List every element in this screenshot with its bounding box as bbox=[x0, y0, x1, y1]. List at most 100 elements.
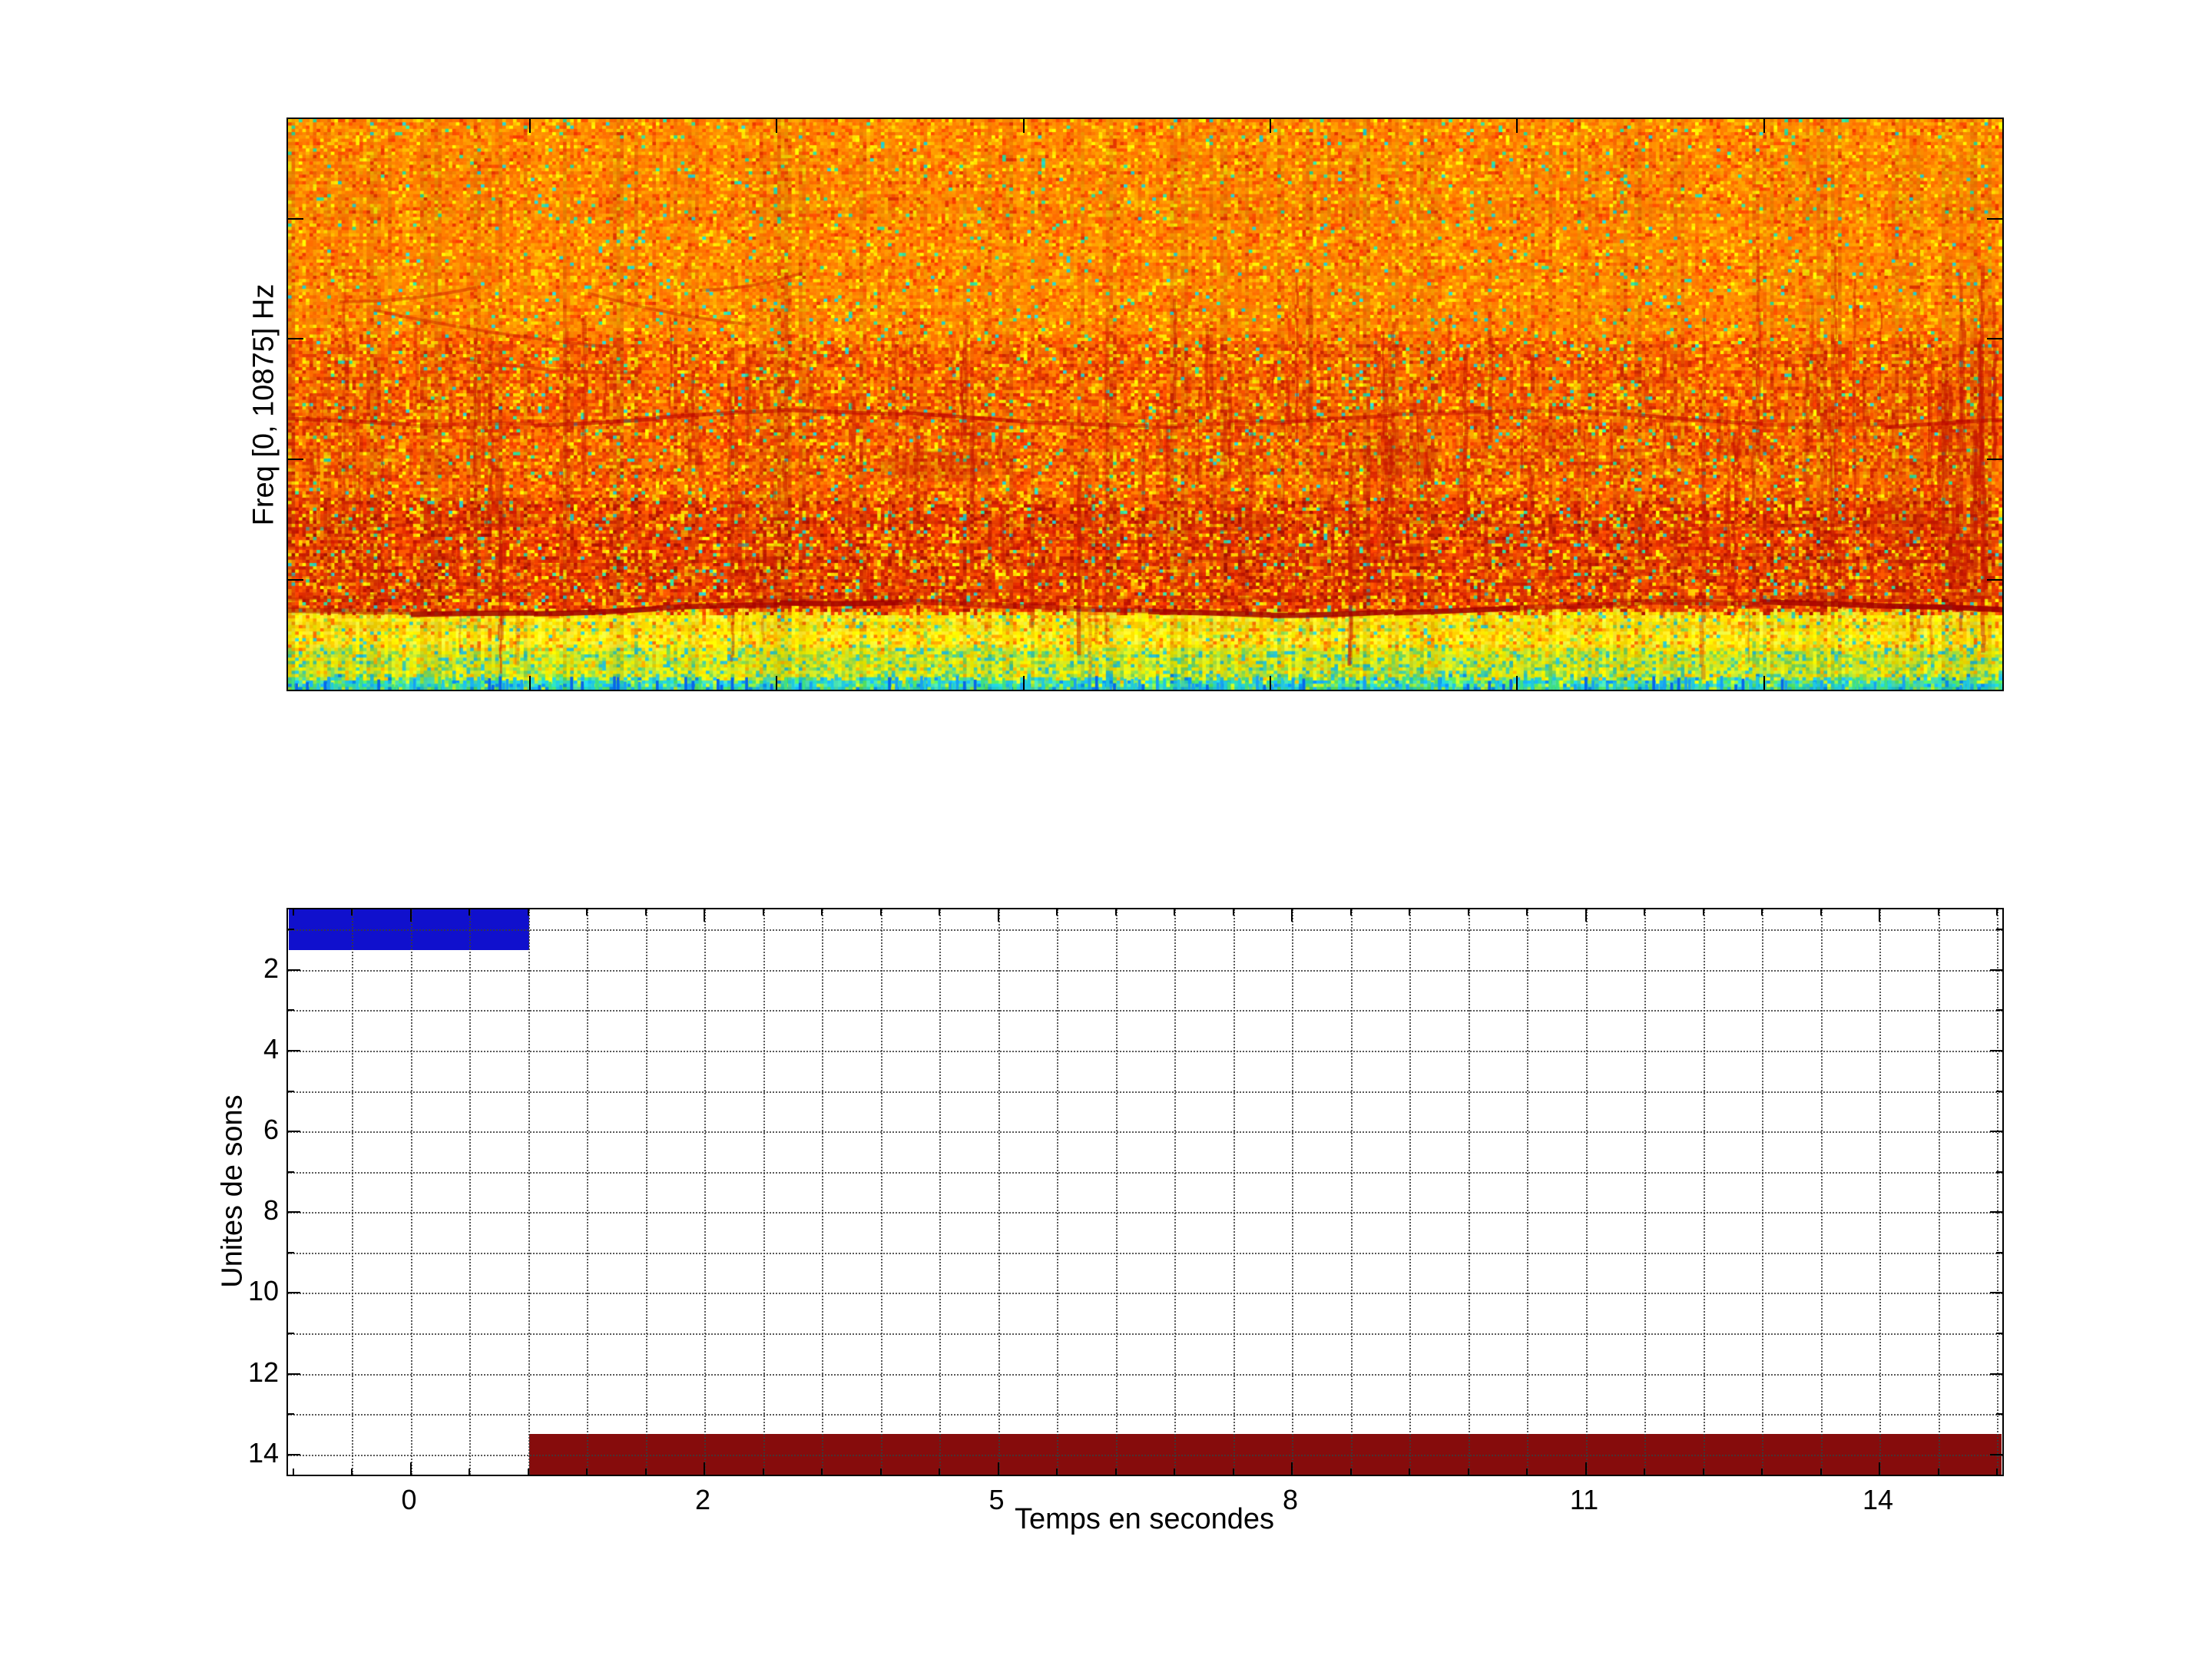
y-tick-mark bbox=[1990, 1211, 2002, 1214]
x-tick-mark bbox=[1879, 1462, 1880, 1475]
x-tick-label: 2 bbox=[694, 1484, 711, 1515]
spec-x-tick-mark bbox=[1269, 119, 1271, 133]
grid-line-vertical bbox=[1527, 909, 1528, 1475]
y-tick-mark bbox=[288, 1090, 294, 1092]
y-tick-mark bbox=[1990, 969, 2002, 971]
x-tick-mark bbox=[1526, 909, 1528, 916]
x-tick-mark bbox=[351, 1469, 353, 1475]
spec-x-tick-mark bbox=[776, 119, 778, 133]
grid-line-horizontal bbox=[288, 1414, 2002, 1416]
grid-line-vertical bbox=[1703, 909, 1705, 1475]
y-tick-mark bbox=[1996, 1251, 2002, 1253]
y-tick-mark bbox=[288, 1413, 294, 1416]
grid-line-vertical bbox=[1997, 909, 1998, 1475]
x-tick-mark bbox=[586, 1469, 588, 1475]
x-tick-mark bbox=[762, 1469, 764, 1475]
x-tick-mark bbox=[879, 1469, 882, 1475]
grid-line-vertical bbox=[410, 909, 412, 1475]
y-tick-mark bbox=[288, 1333, 294, 1334]
grid-line-vertical bbox=[1820, 909, 1823, 1475]
spec-y-tick-mark bbox=[288, 578, 303, 581]
grid-line-vertical bbox=[1585, 909, 1588, 1475]
x-tick-mark bbox=[292, 1469, 294, 1475]
x-tick-mark bbox=[939, 1469, 940, 1475]
x-tick-label: 11 bbox=[1569, 1484, 1599, 1515]
figure: Freq [0, 10875] Hz 0 2 5 8 11 14 2 4 6 8 10 12 14 Un… bbox=[0, 0, 2212, 1659]
x-tick-mark bbox=[1761, 1469, 1763, 1475]
x-tick-mark bbox=[1879, 909, 1880, 922]
x-tick-mark bbox=[1467, 909, 1469, 916]
spec-x-tick-mark bbox=[1269, 676, 1271, 690]
x-tick-mark bbox=[821, 1469, 823, 1475]
spec-y-tick-mark bbox=[1987, 338, 2002, 340]
spec-y-tick-mark bbox=[1987, 458, 2002, 460]
x-tick-mark bbox=[469, 909, 470, 916]
spec-y-tick-mark bbox=[288, 458, 303, 460]
y-tick-label: 12 bbox=[247, 1356, 279, 1388]
x-tick-label: 8 bbox=[1282, 1484, 1299, 1515]
y-tick-mark bbox=[288, 969, 300, 971]
y-tick-mark bbox=[288, 1373, 300, 1375]
y-tick-mark bbox=[1990, 1453, 2002, 1455]
x-tick-mark bbox=[1820, 1469, 1822, 1475]
spec-x-tick-mark bbox=[1763, 119, 1765, 133]
x-tick-mark bbox=[469, 1469, 470, 1475]
grid-line-vertical bbox=[1174, 909, 1176, 1475]
y-tick-mark bbox=[1996, 1171, 2002, 1173]
x-tick-mark bbox=[1584, 909, 1587, 922]
grid-line-vertical bbox=[352, 909, 353, 1475]
grid-line-vertical bbox=[939, 909, 941, 1475]
y-tick-mark bbox=[1990, 1373, 2002, 1375]
y-tick-mark bbox=[288, 1050, 300, 1051]
grid-line-horizontal bbox=[288, 1293, 2002, 1295]
y-tick-mark bbox=[1990, 1131, 2002, 1133]
grid-line-vertical bbox=[469, 909, 471, 1475]
grid-line-vertical bbox=[587, 909, 588, 1475]
x-tick-mark bbox=[1467, 1469, 1469, 1475]
y-tick-label: 14 bbox=[247, 1436, 279, 1469]
y-tick-mark bbox=[1996, 1009, 2002, 1012]
x-tick-mark bbox=[1937, 909, 1939, 916]
grid-line-vertical bbox=[1057, 909, 1058, 1475]
x-tick-mark bbox=[879, 909, 882, 916]
grid-line-horizontal bbox=[288, 1091, 2002, 1093]
spec-y-tick-mark bbox=[1987, 578, 2002, 581]
x-tick-mark bbox=[1702, 909, 1704, 916]
x-tick-mark bbox=[762, 909, 764, 916]
x-tick-mark bbox=[1056, 909, 1058, 916]
x-tick-mark bbox=[1644, 1469, 1645, 1475]
grid-line-vertical bbox=[1879, 909, 1881, 1475]
x-tick-mark bbox=[1114, 1469, 1117, 1475]
grid-line-vertical bbox=[1350, 909, 1353, 1475]
y-tick-mark bbox=[288, 1292, 300, 1294]
spec-y-tick-mark bbox=[288, 338, 303, 340]
grid-line-horizontal bbox=[288, 1010, 2002, 1012]
grid-line-vertical bbox=[704, 909, 706, 1475]
freq-axis-label: Freq [0, 10875] Hz bbox=[247, 283, 280, 526]
x-tick-mark bbox=[409, 909, 412, 922]
y-tick-mark bbox=[288, 1211, 300, 1214]
grid-line-vertical bbox=[1468, 909, 1470, 1475]
grid-line-horizontal bbox=[288, 929, 2002, 932]
spec-x-tick-mark bbox=[1763, 676, 1765, 690]
x-tick-mark bbox=[997, 1462, 999, 1475]
spec-y-tick-mark bbox=[1987, 218, 2002, 220]
grid-line-vertical bbox=[1233, 909, 1235, 1475]
x-tick-mark bbox=[1409, 1469, 1410, 1475]
y-tick-mark bbox=[1990, 1050, 2002, 1051]
spec-x-tick-mark bbox=[776, 676, 778, 690]
grid-line-vertical bbox=[880, 909, 882, 1475]
y-tick-mark bbox=[1996, 929, 2002, 931]
grid-line-horizontal bbox=[288, 1333, 2002, 1335]
spectrogram-plot bbox=[286, 118, 2004, 691]
spec-x-tick-mark bbox=[528, 676, 531, 690]
y-tick-mark bbox=[1990, 1292, 2002, 1294]
grid-line-vertical bbox=[822, 909, 823, 1475]
grid-line-horizontal bbox=[288, 1171, 2002, 1174]
grid-line-horizontal bbox=[288, 1131, 2002, 1134]
x-tick-mark bbox=[1761, 909, 1763, 916]
x-tick-mark bbox=[1996, 1469, 1998, 1475]
x-tick-mark bbox=[997, 909, 999, 922]
x-tick-mark bbox=[1644, 909, 1645, 916]
x-tick-mark bbox=[1349, 1469, 1352, 1475]
